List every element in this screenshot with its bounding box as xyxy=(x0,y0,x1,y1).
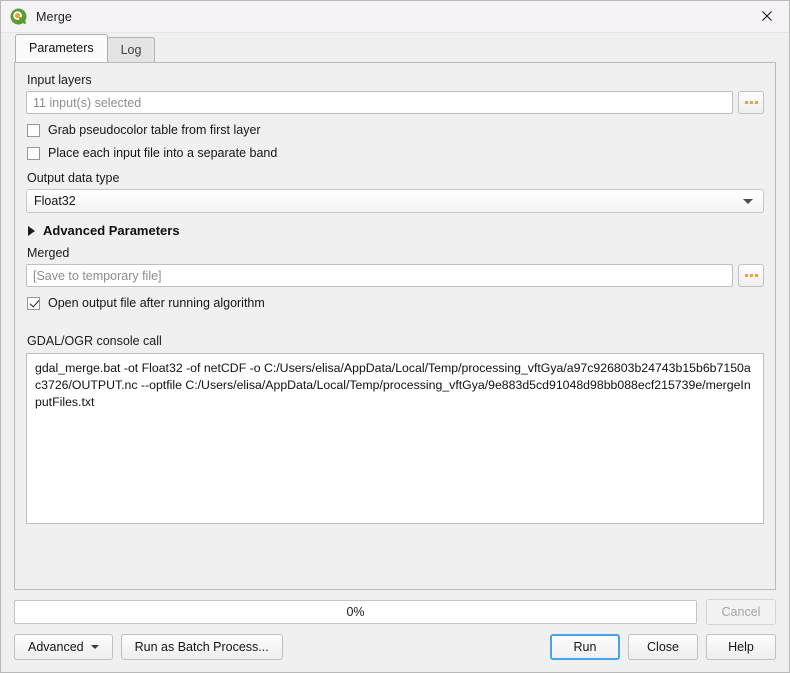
separate-band-label: Place each input file into a separate ba… xyxy=(48,146,278,160)
tab-parameters-label: Parameters xyxy=(29,41,94,55)
tab-log-label: Log xyxy=(120,43,142,57)
grab-pseudocolor-checkbox[interactable] xyxy=(27,123,40,137)
output-data-type-value: Float32 xyxy=(34,194,76,208)
output-data-type-label: Output data type xyxy=(27,171,120,185)
qgis-logo-icon xyxy=(10,8,27,25)
advanced-menu-label: Advanced xyxy=(28,640,84,654)
chevron-down-icon xyxy=(743,198,753,204)
cancel-button[interactable]: Cancel xyxy=(706,599,776,625)
title-bar: Merge xyxy=(1,1,789,33)
ellipsis-icon xyxy=(744,101,748,104)
separate-band-checkbox[interactable] xyxy=(27,146,40,160)
merged-output-field[interactable]: [Save to temporary file] xyxy=(26,264,733,287)
run-button[interactable]: Run xyxy=(550,634,620,660)
window-title: Merge xyxy=(36,9,72,24)
open-output-checkbox-row[interactable]: Open output file after running algorithm xyxy=(26,296,764,310)
merged-browse-button[interactable] xyxy=(738,264,764,287)
open-output-checkbox[interactable] xyxy=(27,296,40,310)
console-call-textarea[interactable]: gdal_merge.bat -ot Float32 -of netCDF -o… xyxy=(26,353,764,524)
help-button-label: Help xyxy=(728,640,754,654)
close-button[interactable]: Close xyxy=(628,634,698,660)
ellipsis-icon xyxy=(754,274,758,277)
progress-text: 0% xyxy=(346,605,365,619)
run-button-label: Run xyxy=(573,640,597,654)
advanced-menu-button[interactable]: Advanced xyxy=(14,634,113,660)
grab-pseudocolor-label: Grab pseudocolor table from first layer xyxy=(48,123,261,137)
merged-label: Merged xyxy=(27,246,70,260)
console-call-label: GDAL/OGR console call xyxy=(27,334,162,348)
tab-log[interactable]: Log xyxy=(106,37,156,62)
close-button-label: Close xyxy=(647,640,679,654)
parameters-panel: Input layers 11 input(s) selected Grab p… xyxy=(14,62,776,590)
ellipsis-icon xyxy=(749,101,753,104)
input-layers-field[interactable]: 11 input(s) selected xyxy=(26,91,733,114)
merged-row: [Save to temporary file] xyxy=(26,264,764,287)
open-output-label: Open output file after running algorithm xyxy=(48,296,265,310)
chevron-down-icon xyxy=(90,645,99,649)
advanced-parameters-label: Advanced Parameters xyxy=(43,223,180,238)
input-layers-label: Input layers xyxy=(27,73,92,87)
output-data-type-select[interactable]: Float32 xyxy=(26,189,764,213)
input-layers-browse-button[interactable] xyxy=(738,91,764,114)
input-layers-row: 11 input(s) selected xyxy=(26,91,764,114)
separate-band-checkbox-row[interactable]: Place each input file into a separate ba… xyxy=(26,146,764,160)
advanced-parameters-toggle[interactable]: Advanced Parameters xyxy=(28,223,764,238)
progress-bar: 0% xyxy=(14,600,697,624)
run-as-batch-label: Run as Batch Process... xyxy=(134,640,269,654)
help-button[interactable]: Help xyxy=(706,634,776,660)
progress-row: 0% Cancel xyxy=(14,599,776,625)
ellipsis-icon xyxy=(749,274,753,277)
run-as-batch-button[interactable]: Run as Batch Process... xyxy=(120,634,283,660)
grab-pseudocolor-checkbox-row[interactable]: Grab pseudocolor table from first layer xyxy=(26,123,764,137)
tab-strip: Parameters Log xyxy=(1,33,789,62)
cancel-button-label: Cancel xyxy=(721,605,761,619)
triangle-right-icon xyxy=(28,225,35,236)
merge-dialog-window: Merge Parameters Log Input layers 11 inp… xyxy=(0,0,790,673)
close-icon[interactable] xyxy=(744,1,789,31)
ellipsis-icon xyxy=(744,274,748,277)
tab-parameters[interactable]: Parameters xyxy=(15,34,108,62)
action-buttons-row: Advanced Run as Batch Process... Run Clo… xyxy=(14,634,776,660)
dialog-footer: 0% Cancel Advanced Run as Batch Process.… xyxy=(1,590,789,672)
ellipsis-icon xyxy=(754,101,758,104)
